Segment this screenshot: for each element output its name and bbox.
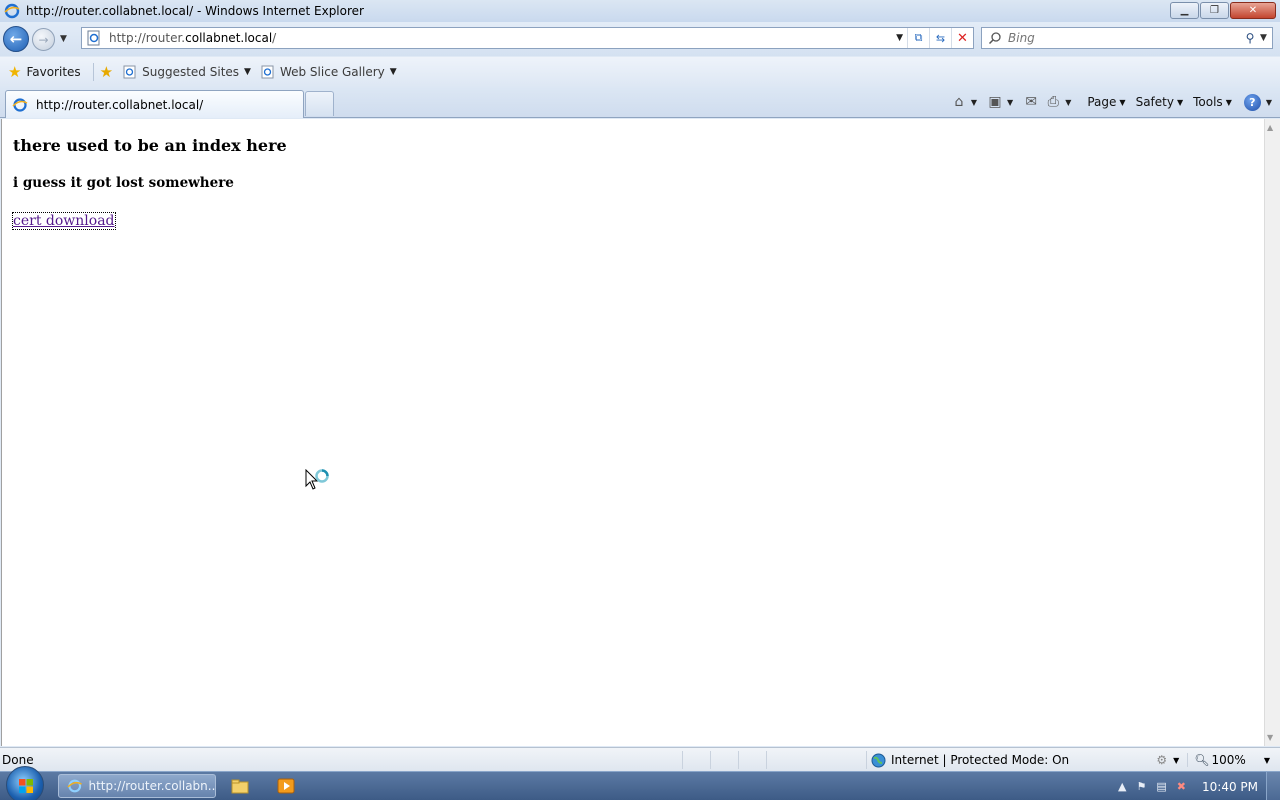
taskbar-ie-window[interactable]: http://router.collabn... bbox=[58, 774, 216, 798]
media-player-taskbar-icon[interactable] bbox=[275, 776, 297, 796]
status-slot bbox=[766, 750, 794, 769]
window-title: http://router.collabnet.local/ - Windows… bbox=[26, 4, 364, 18]
title-bar: http://router.collabnet.local/ - Windows… bbox=[0, 0, 1280, 22]
chevron-down-icon: ▼ bbox=[389, 67, 397, 77]
volume-muted-icon[interactable]: ✖ bbox=[1177, 780, 1186, 793]
feeds-icon[interactable]: ▣ bbox=[985, 92, 1005, 112]
start-button[interactable] bbox=[6, 766, 44, 800]
status-progress-slot bbox=[682, 750, 710, 769]
favorites-label: Favorites bbox=[26, 65, 81, 79]
chevron-down-icon[interactable]: ▼ bbox=[1173, 756, 1179, 765]
forward-button[interactable]: → bbox=[32, 28, 55, 51]
home-icon[interactable]: ⌂ bbox=[949, 92, 969, 112]
tools-menu[interactable]: Tools ▼ bbox=[1193, 95, 1232, 109]
refresh-icon[interactable]: ⇆ bbox=[929, 28, 951, 48]
zoom-level: 100% bbox=[1211, 753, 1246, 767]
windows-logo-icon bbox=[19, 779, 33, 793]
search-provider-icon bbox=[988, 32, 1001, 45]
explorer-taskbar-icon[interactable] bbox=[229, 776, 251, 796]
chevron-down-icon: ▼ bbox=[1225, 97, 1232, 107]
show-hidden-icons-icon[interactable]: ▲ bbox=[1118, 780, 1126, 793]
tab-active[interactable]: http://router.collabnet.local/ bbox=[5, 90, 304, 118]
security-zone[interactable]: Internet | Protected Mode: On bbox=[866, 751, 1069, 769]
recent-pages-dropdown[interactable]: ▼ bbox=[60, 34, 67, 44]
taskbar: http://router.collabn... ▲ ⚑ ▤ ✖ 10:40 P… bbox=[0, 766, 1280, 800]
cert-download-link[interactable]: cert download bbox=[12, 212, 116, 230]
address-dropdown-icon[interactable]: ▼ bbox=[896, 33, 903, 43]
taskbar-task-label: http://router.collabn... bbox=[88, 779, 215, 793]
popup-blocker-icon[interactable]: ⚙ bbox=[1156, 753, 1167, 767]
stop-icon[interactable]: ✕ bbox=[951, 28, 973, 48]
ie-logo-icon bbox=[12, 97, 28, 112]
ie-page-icon bbox=[261, 65, 274, 79]
ie-page-icon bbox=[123, 65, 136, 79]
status-right: ⚙ ▼ 🔍︎ 100% ▼ bbox=[1156, 751, 1270, 769]
navigation-bar: ← → ▼ http://router.collabnet.local/ ▼ ⧉… bbox=[0, 22, 1280, 56]
scroll-up-icon[interactable]: ▲ bbox=[1267, 123, 1273, 132]
compatibility-view-icon[interactable]: ⧉ bbox=[907, 28, 929, 48]
address-url[interactable]: http://router.collabnet.local/ bbox=[109, 31, 896, 45]
status-slot bbox=[738, 750, 766, 769]
zoom-control[interactable]: 🔍︎ 100% ▼ bbox=[1187, 753, 1270, 767]
scroll-down-icon[interactable]: ▼ bbox=[1267, 733, 1273, 742]
clock[interactable]: 10:40 PM bbox=[1202, 780, 1258, 794]
web-slice-gallery-link[interactable]: Web Slice Gallery ▼ bbox=[261, 65, 397, 79]
new-tab-button[interactable] bbox=[305, 91, 334, 116]
favorites-separator bbox=[92, 63, 94, 81]
command-bar: ⌂ ▼ ▣ ▼ ✉ ⎙ ▼ Page ▼ Safety ▼ Tools ▼ ? ▼ bbox=[949, 91, 1272, 113]
tab-row: http://router.collabnet.local/ ⌂ ▼ ▣ ▼ ✉… bbox=[0, 87, 1280, 118]
address-bar[interactable]: http://router.collabnet.local/ ▼ ⧉ ⇆ ✕ bbox=[81, 27, 974, 49]
search-go-icon[interactable]: ⚲ bbox=[1240, 31, 1260, 45]
search-box[interactable]: ⚲ ▼ bbox=[981, 27, 1273, 49]
tab-label: http://router.collabnet.local/ bbox=[36, 97, 204, 112]
globe-icon bbox=[871, 753, 886, 767]
close-button[interactable]: ✕ bbox=[1230, 2, 1276, 19]
action-center-flag-icon[interactable]: ⚑ bbox=[1137, 780, 1147, 793]
busy-cursor-icon bbox=[305, 469, 329, 490]
read-mail-icon[interactable]: ✉ bbox=[1021, 92, 1041, 112]
back-button[interactable]: ← bbox=[3, 26, 29, 52]
search-options-dropdown[interactable]: ▼ bbox=[1260, 33, 1272, 43]
window-controls: ▁ ❐ ✕ bbox=[1170, 2, 1276, 19]
ie-logo-icon bbox=[4, 3, 20, 19]
status-slot bbox=[710, 750, 738, 769]
safety-menu[interactable]: Safety ▼ bbox=[1136, 95, 1184, 109]
page-icon bbox=[87, 30, 100, 46]
ie-logo-icon bbox=[67, 779, 82, 793]
add-to-favorites-bar-icon[interactable]: ★ bbox=[100, 63, 113, 81]
favorites-bar: ★ Favorites ★ Suggested Sites ▼ Web Slic… bbox=[0, 57, 1280, 87]
help-dropdown[interactable]: ▼ bbox=[1266, 98, 1272, 107]
minimize-button[interactable]: ▁ bbox=[1170, 2, 1199, 19]
vertical-scrollbar[interactable]: ▲ ▼ bbox=[1264, 119, 1280, 746]
print-dropdown[interactable]: ▼ bbox=[1065, 98, 1071, 107]
status-bar: Done Internet | Protected Mode: On ⚙ ▼ 🔍… bbox=[0, 747, 1280, 771]
page-menu[interactable]: Page ▼ bbox=[1087, 95, 1125, 109]
search-input[interactable] bbox=[1008, 31, 1240, 45]
chevron-down-icon: ▼ bbox=[1119, 97, 1126, 107]
chevron-down-icon: ▼ bbox=[244, 67, 251, 77]
zoom-icon: 🔍︎ bbox=[1194, 753, 1210, 767]
chevron-down-icon: ▼ bbox=[1176, 97, 1184, 107]
help-icon[interactable]: ? bbox=[1243, 93, 1261, 111]
favorites-star-icon: ★ bbox=[8, 63, 22, 81]
show-desktop-button[interactable] bbox=[1266, 772, 1280, 800]
page-content: there used to be an index here i guess i… bbox=[1, 119, 1264, 746]
status-text: Done bbox=[2, 752, 34, 767]
system-tray: ▲ ⚑ ▤ ✖ 10:40 PM bbox=[1118, 772, 1280, 800]
suggested-sites-link[interactable]: Suggested Sites ▼ bbox=[123, 65, 251, 79]
home-dropdown[interactable]: ▼ bbox=[971, 98, 977, 107]
zone-text: Internet | Protected Mode: On bbox=[891, 753, 1070, 767]
print-icon[interactable]: ⎙ bbox=[1043, 92, 1063, 112]
favorites-button[interactable]: ★ Favorites bbox=[8, 63, 81, 81]
restore-button[interactable]: ❐ bbox=[1200, 2, 1229, 19]
page-subheading: i guess it got lost somewhere bbox=[13, 175, 234, 191]
feeds-dropdown[interactable]: ▼ bbox=[1007, 98, 1013, 107]
chevron-down-icon: ▼ bbox=[1263, 755, 1270, 765]
network-icon[interactable]: ▤ bbox=[1156, 780, 1166, 793]
page-heading: there used to be an index here bbox=[13, 136, 287, 155]
